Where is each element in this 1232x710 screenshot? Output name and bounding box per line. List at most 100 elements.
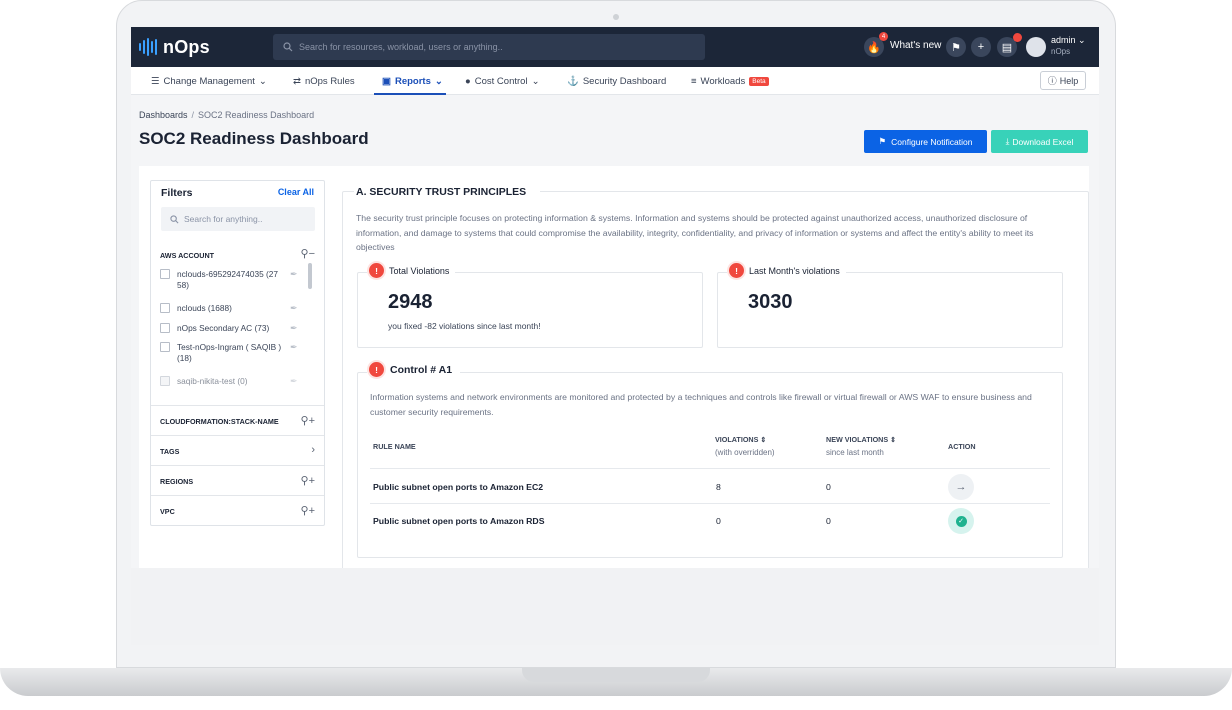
checkbox[interactable] [160,376,170,386]
download-excel-label: Download Excel [1012,136,1074,147]
bell-icon[interactable]: ⚑ [946,37,966,57]
filter-search-input[interactable]: Search for anything.. [161,207,315,231]
nav-reports[interactable]: ▣ Reports ⌄ [382,76,443,87]
layers-icon: ≡ [691,76,697,87]
clipboard-dot-badge [1013,33,1022,42]
nav-label: Workloads [700,76,746,87]
filter-section-cloudformation[interactable]: CLOUDFORMATION:STACK-NAME ⚲+ [151,405,324,435]
active-tab-indicator [374,93,446,95]
avatar[interactable] [1026,37,1046,57]
configure-notification-button[interactable]: ⚑ Configure Notification [864,130,987,153]
control-title-text: Control # A1 [390,363,453,376]
pin-icon[interactable]: ✒ [290,269,298,280]
violations-header: VIOLATIONS ⇕ [715,435,767,444]
pin-icon[interactable]: ✒ [290,342,298,353]
nav-label: Change Management [163,76,255,87]
nav-nops-rules[interactable]: ⇄ nOps Rules [293,76,355,87]
account-label: nclouds (1688) [177,303,232,313]
account-list-scrollbar[interactable] [308,263,312,289]
nav-workloads[interactable]: ≡ Workloads Beta [691,76,769,87]
nops-logo[interactable]: nOps [139,35,210,59]
check-circle-icon[interactable]: ✓ [948,508,974,534]
account-label: saqib-nikita-test (0) [177,376,248,386]
user-name: admin [1051,35,1076,45]
logo-text: nOps [163,36,210,57]
checkbox[interactable] [160,342,170,352]
row-divider [370,503,1050,504]
section-label: CLOUDFORMATION:STACK-NAME [160,417,279,426]
filter-section-regions[interactable]: REGIONS ⚲+ [151,465,324,495]
total-violations-text: Total Violations [389,265,450,276]
column-violations[interactable]: VIOLATIONS ⇕ (with overridden) [715,435,775,457]
chevron-down-icon: ⌄ [258,76,267,87]
filter-section-tags[interactable]: TAGS › [151,435,324,465]
chevron-down-icon: ⌄ [434,76,443,87]
user-menu[interactable]: admin ⌄ nOps [1051,35,1086,57]
account-label: nOps Secondary AC (73) [177,323,270,333]
account-label: nclouds-695292474035 (27 58) [177,269,279,290]
help-button[interactable]: ⓘ Help [1040,71,1086,90]
breadcrumb-dashboards[interactable]: Dashboards [139,110,188,120]
pin-icon[interactable]: ✒ [290,303,298,314]
account-checkbox-row[interactable]: nclouds-695292474035 (27 58) ✒ [160,269,310,293]
new-violations-cell: 0 [826,482,831,492]
top-navbar: nOps Search for resources, workload, use… [131,27,1099,67]
section-label: TAGS [160,447,180,456]
search-add-icon[interactable]: ⚲+ [301,504,315,517]
account-label: Test-nOps-Ingram ( SAQIB ) (18) [177,342,282,363]
account-checkbox-row[interactable]: nclouds (1688) ✒ [160,303,310,315]
total-violations-label: ! Total Violations [367,263,456,278]
total-violations-value: 2948 [388,291,433,313]
checkbox[interactable] [160,303,170,313]
account-checkbox-row[interactable]: saqib-nikita-test (0) ✒ [160,376,310,388]
violations-cell: 0 [716,516,721,526]
search-icon [283,42,293,52]
last-month-violations-value: 3030 [748,291,793,313]
notification-count-badge: 4 [879,32,888,41]
plus-icon[interactable]: + [971,37,991,57]
column-new-violations[interactable]: NEW VIOLATIONS ⇕ since last month [826,435,896,457]
whats-new-link[interactable]: What's new [890,40,941,51]
account-checkbox-row[interactable]: Test-nOps-Ingram ( SAQIB ) (18) ✒ [160,342,310,366]
search-add-icon[interactable]: ⚲+ [301,414,315,427]
violations-cell: 8 [716,482,721,492]
aws-account-label: AWS ACCOUNT [160,251,215,260]
checkbox[interactable] [160,323,170,333]
help-circle-icon: ⓘ [1047,76,1057,86]
search-add-icon[interactable]: ⚲+ [301,474,315,487]
configure-notification-label: Configure Notification [891,136,973,147]
filters-title: Filters [161,187,193,199]
column-action: ACTION [948,442,976,451]
account-checkbox-row[interactable]: nOps Secondary AC (73) ✒ [160,323,310,335]
pin-icon[interactable]: ✒ [290,323,298,334]
section-label: REGIONS [160,477,194,486]
search-collapse-icon[interactable]: ⚲− [301,247,315,260]
camera [613,14,619,20]
search-icon [170,214,179,223]
nav-change-management[interactable]: ☰ Change Management ⌄ [151,76,267,87]
trust-principles-title: A. SECURITY TRUST PRINCIPLES [354,186,541,198]
last-month-violations-label: ! Last Month's violations [727,263,846,278]
new-violations-cell: 0 [826,516,831,526]
secondary-navbar: ☰ Change Management ⌄ ⇄ nOps Rules ▣ Rep… [131,67,1099,95]
clear-all-link[interactable]: Clear All [278,187,314,197]
breadcrumb-current: SOC2 Readiness Dashboard [198,110,315,120]
nav-label: nOps Rules [304,76,355,87]
checkbox[interactable] [160,269,170,279]
pin-icon[interactable]: ✒ [290,376,298,387]
global-search-input[interactable]: Search for resources, workload, users or… [273,34,705,60]
last-month-violations-text: Last Month's violations [749,265,840,276]
download-excel-button[interactable]: ⤓ Download Excel [991,130,1088,153]
list-icon: ☰ [151,76,160,87]
nav-cost-control[interactable]: ● Cost Control ⌄ [465,76,540,87]
filters-panel: Filters Clear All Search for anything.. … [150,180,325,526]
chevron-right-icon[interactable]: › [311,444,315,456]
column-rule-name: RULE NAME [373,442,416,451]
arrow-right-icon[interactable]: → [948,474,974,500]
download-icon: ⤓ [1005,136,1010,146]
logo-bars-icon [139,38,157,56]
nav-security-dashboard[interactable]: ⚓ Security Dashboard [567,76,666,87]
alert-icon: ! [369,362,384,377]
chevron-down-icon: ⌄ [1078,35,1086,45]
filter-section-vpc[interactable]: VPC ⚲+ [151,495,324,525]
